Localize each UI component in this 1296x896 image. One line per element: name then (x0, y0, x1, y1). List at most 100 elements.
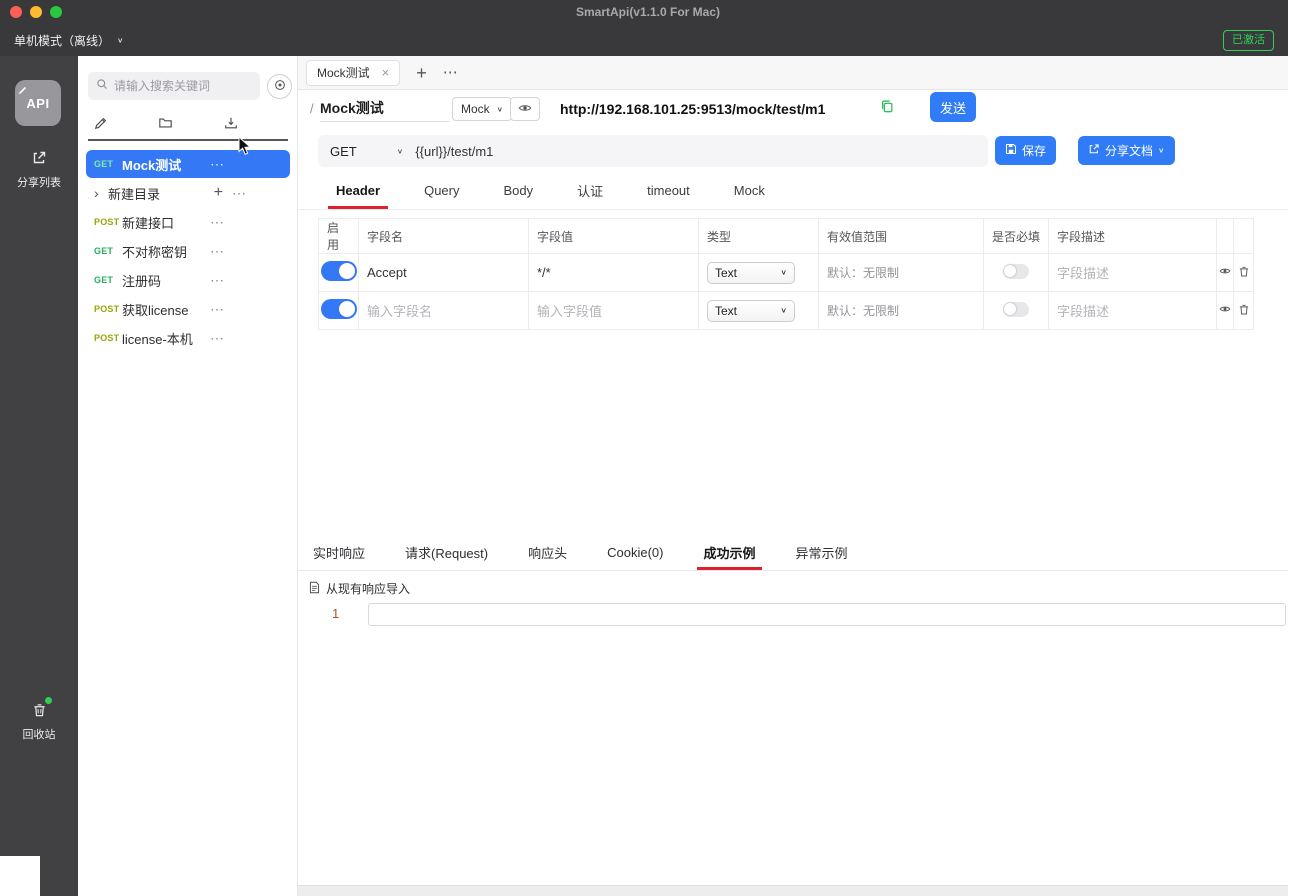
api-logo[interactable]: API (15, 80, 61, 126)
tab-query[interactable]: Query (424, 172, 459, 209)
topbar: 单机模式（离线） ∨ 已激活 (0, 24, 1296, 56)
tab-mock[interactable]: Mock (734, 172, 765, 209)
tree-item-label: 不对称密钥 (122, 242, 187, 261)
save-label: 保存 (1022, 142, 1046, 159)
required-toggle[interactable] (1003, 302, 1029, 317)
row-preview-icon[interactable] (1219, 265, 1231, 277)
share-doc-label: 分享文档 (1105, 142, 1153, 159)
response-tabs: 实时响应 请求(Request) 响应头 Cookie(0) 成功示例 异常示例 (298, 535, 1288, 571)
save-icon (1005, 143, 1017, 158)
type-select[interactable]: Text ∨ (707, 262, 795, 284)
share-doc-button[interactable]: 分享文档 ∨ (1078, 136, 1175, 165)
new-folder-icon[interactable] (158, 116, 173, 133)
field-value-input[interactable]: */* (537, 265, 551, 280)
status-dot (45, 697, 52, 704)
field-value-input[interactable]: 输入字段值 (537, 304, 602, 319)
tab-response-headers[interactable]: 响应头 (528, 535, 567, 570)
field-name-input[interactable]: Accept (367, 265, 407, 280)
required-toggle[interactable] (1003, 264, 1029, 279)
request-name-field[interactable]: Mock测试 (320, 94, 450, 122)
url-input[interactable]: {{url}}/test/m1 (415, 144, 493, 159)
import-from-response-button[interactable]: 从现有响应导入 (308, 580, 410, 597)
tab-success-example[interactable]: 成功示例 (703, 535, 755, 570)
field-desc-input[interactable]: 字段描述 (1057, 304, 1109, 319)
tree-item-new-api[interactable]: POST 新建接口 ⋯ (86, 208, 290, 236)
tab-live-response[interactable]: 实时响应 (313, 535, 365, 570)
tree-item-folder[interactable]: › 新建目录 + ⋯ (86, 179, 290, 207)
field-name-input[interactable]: 输入字段名 (367, 304, 432, 319)
share-list-button[interactable]: 分享列表 (0, 150, 78, 190)
tree-item-license-local[interactable]: POST license-本机 ⋯ (86, 324, 290, 352)
save-button[interactable]: 保存 (995, 136, 1056, 165)
row-delete-icon[interactable] (1238, 265, 1250, 278)
zoom-window-button[interactable] (50, 6, 62, 18)
tree-item-label: Mock测试 (122, 155, 181, 174)
method-label: GET (330, 144, 357, 159)
more-icon[interactable]: ⋯ (210, 215, 224, 229)
value-range[interactable]: 默认：无限制 (827, 304, 899, 318)
row-delete-icon[interactable] (1238, 303, 1250, 316)
more-icon[interactable]: ⋯ (210, 331, 224, 345)
breadcrumb-slash: / (310, 101, 314, 116)
sidebar: GET Mock测试 ⋯ › 新建目录 + ⋯ POST 新建接口 ⋯ GET … (78, 56, 298, 896)
tab-more-button[interactable]: ⋯ (443, 65, 459, 80)
minimize-window-button[interactable] (30, 6, 42, 18)
copy-url-icon[interactable] (880, 99, 894, 116)
window-title: SmartApi(v1.1.0 For Mac) (576, 5, 720, 19)
tab-mock-test[interactable]: Mock测试 × (306, 60, 400, 86)
mock-mode-select[interactable]: Mock ∨ (452, 97, 512, 121)
more-icon[interactable]: ⋯ (210, 273, 224, 287)
tree-item-label: 获取license (122, 300, 188, 319)
locate-current-button[interactable] (267, 74, 292, 99)
tree-item-asym-key[interactable]: GET 不对称密钥 ⋯ (86, 237, 290, 265)
tab-header[interactable]: Header (336, 172, 380, 209)
tab-timeout[interactable]: timeout (647, 172, 690, 209)
left-rail: API 分享列表 回收站 (0, 56, 78, 896)
method-badge: POST (94, 304, 122, 314)
add-icon[interactable]: + (214, 185, 223, 201)
send-button[interactable]: 发送 (930, 92, 976, 122)
more-icon[interactable]: ⋯ (210, 157, 224, 171)
add-tab-button[interactable]: + (416, 64, 427, 82)
response-example-input[interactable] (368, 603, 1286, 626)
document-icon (308, 581, 321, 597)
col-actions-2 (1234, 219, 1254, 254)
search-icon (96, 77, 108, 95)
tree-item-get-license[interactable]: POST 获取license ⋯ (86, 295, 290, 323)
search-input[interactable] (114, 79, 242, 93)
mode-selector[interactable]: 单机模式（离线） ∨ (14, 32, 124, 49)
table-header-row: 启用 字段名 字段值 类型 有效值范围 是否必填 字段描述 (319, 219, 1254, 254)
tab-error-example[interactable]: 异常示例 (796, 535, 848, 570)
horizontal-scrollbar[interactable] (298, 885, 1288, 896)
editor-line-number: 1 (332, 606, 339, 621)
value-range[interactable]: 默认：无限制 (827, 266, 899, 280)
brush-icon[interactable] (94, 116, 108, 133)
method-select[interactable]: GET ∨ (318, 135, 415, 167)
field-desc-input[interactable]: 字段描述 (1057, 266, 1109, 281)
type-select[interactable]: Text ∨ (707, 300, 795, 322)
export-icon[interactable] (224, 116, 238, 133)
tab-body[interactable]: Body (503, 172, 533, 209)
preview-url-button[interactable] (510, 97, 540, 121)
tab-cookie[interactable]: Cookie(0) (607, 535, 663, 570)
tab-request[interactable]: 请求(Request) (405, 535, 488, 570)
tree-item-label: 注册码 (122, 271, 161, 290)
tree-item-reg-code[interactable]: GET 注册码 ⋯ (86, 266, 290, 294)
tree-item-mock-test[interactable]: GET Mock测试 ⋯ (86, 150, 290, 178)
method-badge: GET (94, 246, 122, 256)
document-tabbar: Mock测试 × + ⋯ (298, 56, 1288, 90)
more-icon[interactable]: ⋯ (210, 302, 224, 316)
table-row: 输入字段名 输入字段值 Text ∨ 默认：无限制 字段描述 (319, 292, 1254, 330)
chevron-right-icon[interactable]: › (94, 186, 108, 200)
share-list-label: 分享列表 (17, 174, 61, 190)
enable-toggle[interactable] (321, 299, 357, 319)
more-icon[interactable]: ⋯ (232, 186, 246, 200)
close-window-button[interactable] (10, 6, 22, 18)
enable-toggle[interactable] (321, 261, 357, 281)
close-icon[interactable]: × (382, 66, 390, 79)
more-icon[interactable]: ⋯ (210, 244, 224, 258)
tab-auth[interactable]: 认证 (577, 172, 603, 209)
row-preview-icon[interactable] (1219, 303, 1231, 315)
trash-icon (32, 702, 47, 721)
recycle-bin-button[interactable]: 回收站 (0, 702, 78, 742)
